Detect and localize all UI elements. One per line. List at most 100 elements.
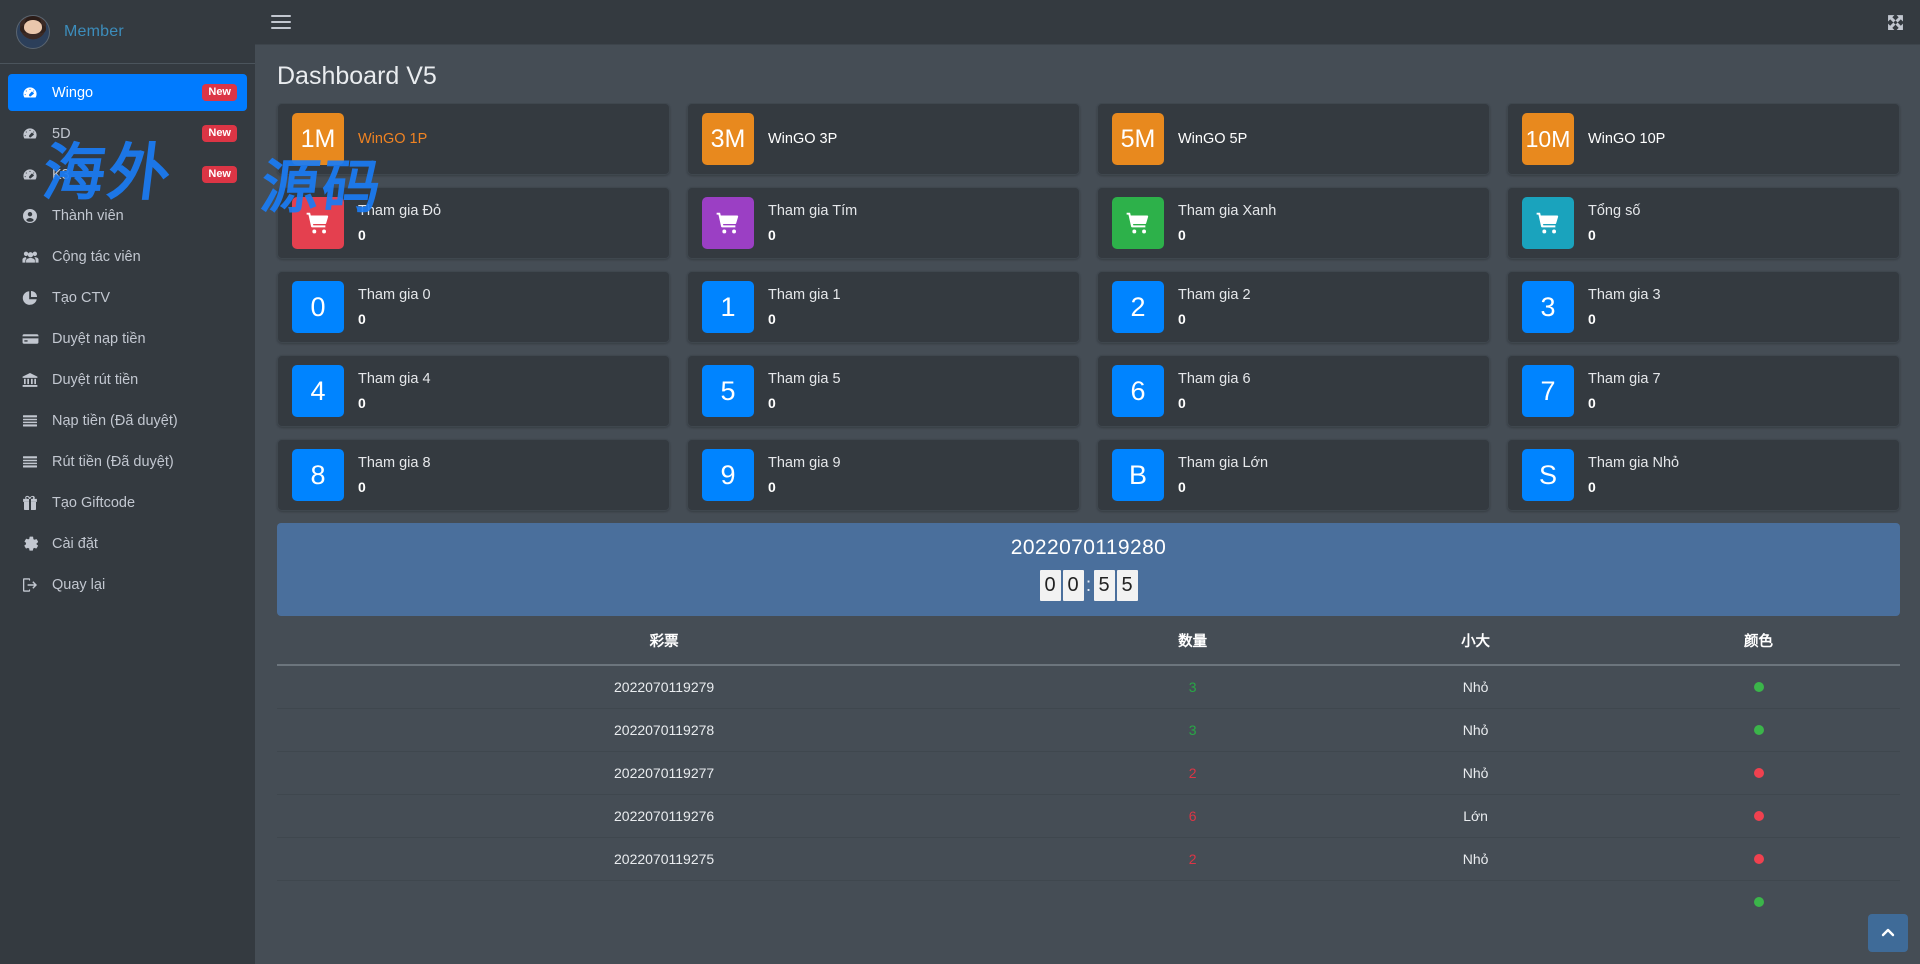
stat-card: Tham gia Tím 0 (687, 187, 1080, 259)
sidebar-item-k3[interactable]: K3 New (8, 156, 247, 193)
sidebar-item-label: Nạp tiền (Đã duyệt) (52, 412, 178, 429)
avatar (16, 14, 50, 49)
scroll-to-top-button[interactable] (1868, 914, 1908, 952)
game-tab-card[interactable]: 10M WinGO 10P (1507, 103, 1900, 175)
stat-value: 0 (1588, 310, 1596, 327)
cart-icon (1522, 197, 1574, 249)
sidebar-item-label: Duyệt nạp tiền (52, 330, 146, 347)
cell-color (1617, 880, 1900, 923)
sidebar-item-c-ng-t-c-vi-n[interactable]: Cộng tác viên (8, 238, 247, 275)
stat-title: Tham gia Đỏ (358, 203, 442, 220)
stat-card-tham-gia-2: 2 Tham gia 2 0 (1097, 271, 1490, 343)
sidebar-item-duy-t-r-t-ti-n[interactable]: Duyệt rút tiền (8, 361, 247, 398)
stat-title: Tham gia 3 (1588, 287, 1661, 304)
sidebar-item-label: Cộng tác viên (52, 248, 141, 265)
countdown-timer: 0 0 : 5 5 (277, 570, 1900, 601)
sidebar-item-label: Tạo Giftcode (52, 494, 136, 511)
game-tab-label: WinGO 5P (1178, 131, 1248, 147)
stat-body: Tham gia Tím 0 (768, 204, 857, 242)
page-title: Dashboard V5 (277, 62, 437, 90)
hamburger-icon[interactable] (271, 11, 291, 33)
stat-card: S Tham gia Nhỏ 0 (1507, 439, 1900, 511)
sidebar-nav: Wingo New 5D New K3 New Thành viên Cộng tác viê… (0, 64, 255, 603)
stat-card: 5 Tham gia 5 0 (687, 355, 1080, 427)
app-root: Member Wingo New 5D New K3 New Thành viên Cộng … (0, 0, 1920, 964)
bet-stats-row: Tham gia Đỏ 0 Tham gia Tím 0 Tham gia Xanh 0 T… (277, 187, 1900, 259)
sidebar-item-wingo[interactable]: Wingo New (8, 74, 247, 111)
sidebar-item-th-nh-vi-n[interactable]: Thành viên (8, 197, 247, 234)
sidebar-item-r-t-ti-n-duy-t[interactable]: Rút tiền (Đã duyệt) (8, 443, 247, 480)
main-area: Dashboard V5 1M WinGO 1P 3M WinGO 3P 5M WinGO… (255, 0, 1920, 964)
brand-header[interactable]: Member (0, 0, 255, 64)
user-circle-icon (18, 208, 42, 224)
countdown-separator: : (1085, 574, 1092, 596)
dashboard-icon (18, 126, 42, 142)
game-tab-wingo-10p[interactable]: 10M WinGO 10P (1507, 103, 1900, 175)
cell-amount (1051, 880, 1335, 923)
game-tab-wingo-3p[interactable]: 3M WinGO 3P (687, 103, 1080, 175)
cell-ticket: 2022070119276 (277, 794, 1052, 838)
cell-ticket: 2022070119277 (277, 751, 1052, 795)
cell-size: Nhỏ (1334, 837, 1618, 881)
gear-icon (18, 536, 42, 552)
cell-amount: 3 (1051, 708, 1335, 752)
cell-size: Nhỏ (1462, 679, 1489, 695)
game-tab-card[interactable]: 3M WinGO 3P (687, 103, 1080, 175)
sidebar-item-label: Cài đặt (52, 535, 98, 552)
stat-body: Tham gia Lớn 0 (1178, 456, 1268, 494)
cell-ticket: 2022070119279 (614, 679, 715, 695)
stat-card-tham-gia-4: 4 Tham gia 4 0 (277, 355, 670, 427)
game-tab-card[interactable]: 1M WinGO 1P (277, 103, 670, 175)
game-tab-wingo-1p[interactable]: 1M WinGO 1P (277, 103, 670, 175)
color-dot-green (1753, 897, 1764, 907)
sidebar-item-t-o-giftcode[interactable]: Tạo Giftcode (8, 484, 247, 521)
dashboard-icon (18, 167, 42, 183)
sidebar-item-5d[interactable]: 5D New (8, 115, 247, 152)
stat-card: 6 Tham gia 6 0 (1097, 355, 1490, 427)
cart-icon (702, 197, 754, 249)
game-tab-card[interactable]: 5M WinGO 5P (1097, 103, 1490, 175)
stat-card-tham-gia-nh: S Tham gia Nhỏ 0 (1507, 439, 1900, 511)
stat-title: Tham gia Nhỏ (1588, 455, 1680, 472)
countdown-digit-3: 5 (1093, 570, 1115, 601)
stat-title: Tham gia 0 (358, 287, 431, 304)
stat-value: 0 (1178, 478, 1186, 495)
stat-tile: 2 (1112, 281, 1164, 333)
stat-body: Tham gia 3 0 (1588, 288, 1661, 326)
sidebar-item-t-o-ctv[interactable]: Tạo CTV (8, 279, 247, 316)
stat-card: 2 Tham gia 2 0 (1097, 271, 1490, 343)
game-tab-wingo-5p[interactable]: 5M WinGO 5P (1097, 103, 1490, 175)
list-icon (18, 454, 42, 470)
cell-color (1617, 751, 1900, 795)
stat-tile: S (1522, 449, 1574, 501)
sidebar-item-n-p-ti-n-duy-t[interactable]: Nạp tiền (Đã duyệt) (8, 402, 247, 439)
game-tab-tile: 5M (1112, 113, 1164, 165)
sidebar-item-label: 5D (52, 125, 71, 142)
expand-arrows-icon[interactable] (1887, 14, 1904, 31)
sidebar-item-quay-l-i[interactable]: Quay lại (8, 566, 247, 603)
cell-size: Nhỏ (1334, 751, 1618, 795)
game-tab-label: WinGO 1P (358, 131, 428, 147)
stat-card-tham-gia-9: 9 Tham gia 9 0 (687, 439, 1080, 511)
stat-card-tham-gia-0: 0 Tham gia 0 0 (277, 271, 670, 343)
results-table-head: 彩票 数量 小大 颜色 (277, 620, 1900, 666)
stat-value: 0 (358, 394, 366, 411)
topbar (255, 0, 1920, 45)
stat-value: 0 (358, 226, 366, 243)
stat-card: Tổng số 0 (1507, 187, 1900, 259)
stat-card: 0 Tham gia 0 0 (277, 271, 670, 343)
stat-value: 0 (1178, 226, 1186, 243)
stat-title: Tham gia 6 (1178, 371, 1251, 388)
stat-card-tham-gia-5: 5 Tham gia 5 0 (687, 355, 1080, 427)
sidebar-item-duy-t-n-p-ti-n[interactable]: Duyệt nạp tiền (8, 320, 247, 357)
sidebar-item-c-i-t[interactable]: Cài đặt (8, 525, 247, 562)
table-header-cell: 颜色 (1617, 620, 1900, 666)
countdown-digit-4: 5 (1116, 570, 1138, 601)
stat-tile: 9 (702, 449, 754, 501)
gift-icon (18, 495, 42, 511)
table-header-cell: 数量 (1051, 620, 1335, 666)
cart-icon (1112, 197, 1164, 249)
stat-title: Tham gia 9 (768, 455, 841, 472)
stat-body: Tham gia 9 0 (768, 456, 841, 494)
game-tab-tile: 3M (702, 113, 754, 165)
